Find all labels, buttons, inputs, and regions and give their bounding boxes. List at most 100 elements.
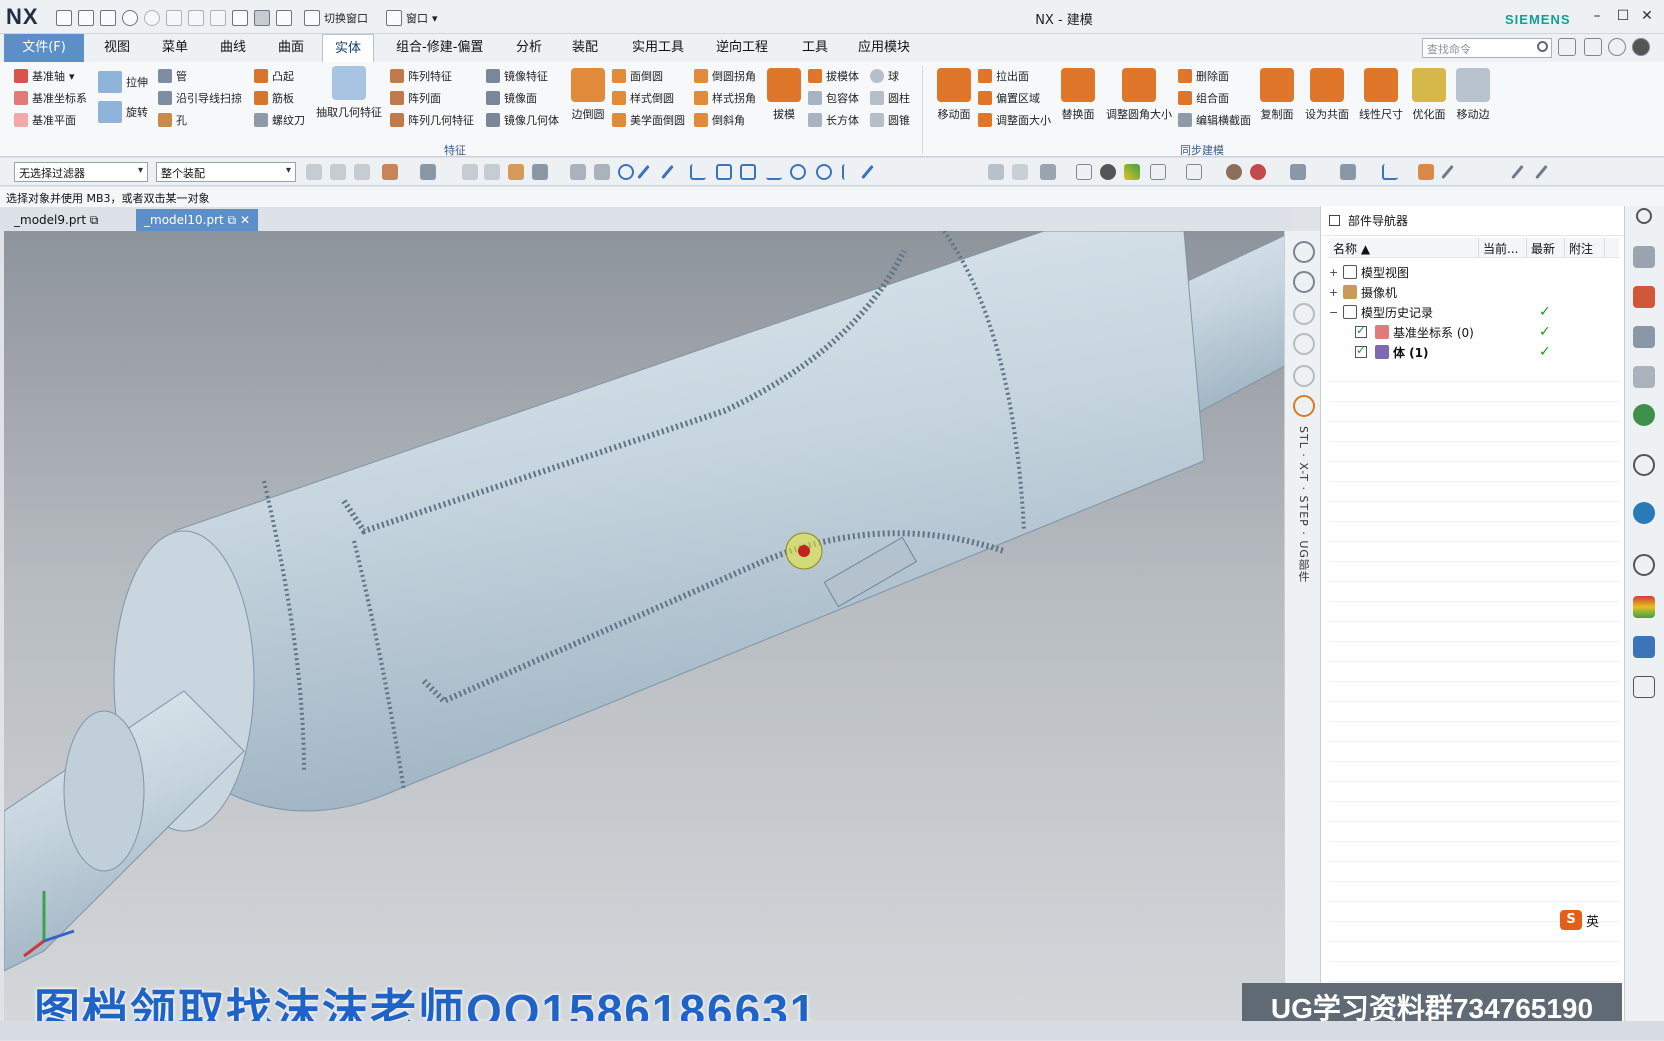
export-stl[interactable]: STL: [1297, 426, 1310, 449]
edit-section-button[interactable]: 编辑横截面: [1178, 110, 1251, 130]
analysis-icon[interactable]: [1290, 164, 1306, 180]
group-face-button[interactable]: 组合面: [1178, 88, 1229, 108]
perpendicular-snap-icon[interactable]: [766, 164, 782, 180]
aesthetic-blend-button[interactable]: 美学面倒圆: [612, 110, 685, 130]
tab-utilities[interactable]: 实用工具: [620, 34, 696, 62]
paste-icon[interactable]: [210, 10, 226, 26]
palette-icon[interactable]: [1633, 596, 1655, 618]
box-select-2-icon[interactable]: [594, 164, 610, 180]
extract-geometry-button[interactable]: 抽取几何特征: [316, 64, 382, 120]
tab-menu[interactable]: 菜单: [150, 34, 200, 62]
show-icon[interactable]: [988, 164, 1004, 180]
copy-icon[interactable]: [188, 10, 204, 26]
settings-icon[interactable]: [1418, 164, 1434, 180]
selection-scope-select[interactable]: 整个装配: [156, 162, 296, 182]
crosshair-icon[interactable]: [618, 164, 634, 180]
filter-icon[interactable]: [354, 164, 370, 180]
save-icon[interactable]: [100, 10, 116, 26]
prev-frame-icon[interactable]: [1293, 271, 1315, 293]
select-icon[interactable]: [306, 164, 322, 180]
bounding-body-button[interactable]: 包容体: [808, 88, 859, 108]
maximize-button[interactable]: ☐: [1612, 8, 1634, 24]
component-select-icon[interactable]: [508, 164, 524, 180]
emboss-button[interactable]: 凸起: [254, 66, 294, 86]
move-face-button[interactable]: 移动面: [928, 66, 980, 122]
assembly-nav-icon[interactable]: [1633, 246, 1655, 268]
resize-blend-button[interactable]: 调整圆角大小: [1104, 66, 1174, 122]
last-frame-icon[interactable]: [1293, 333, 1315, 355]
tab-analysis[interactable]: 分析: [504, 34, 554, 62]
first-frame-icon[interactable]: [1293, 241, 1315, 263]
tangent-snap-icon[interactable]: [740, 164, 756, 180]
wireframe-icon[interactable]: [1076, 164, 1092, 180]
center-snap-icon[interactable]: [790, 164, 806, 180]
edge-select-icon[interactable]: [484, 164, 500, 180]
window-menu-button[interactable]: 窗口 ▾: [380, 8, 444, 28]
export-ug[interactable]: UG部件: [1297, 540, 1310, 583]
tab-solid[interactable]: 实体: [322, 34, 375, 62]
assembly-icon[interactable]: [232, 10, 248, 26]
touch-icon[interactable]: [276, 10, 292, 26]
on-curve-snap-icon[interactable]: [861, 164, 874, 180]
datum-csys-button[interactable]: 基准坐标系: [14, 88, 87, 108]
web-browser-icon[interactable]: [1633, 502, 1655, 524]
offset-region-button[interactable]: 偏置区域: [978, 88, 1040, 108]
datum-axis-button[interactable]: 基准轴 ▾: [14, 66, 75, 86]
export-xt[interactable]: X-T: [1297, 462, 1310, 482]
next-frame-icon[interactable]: [1293, 303, 1315, 325]
draft-body-button[interactable]: 拔模体: [808, 66, 859, 86]
line-snap-icon[interactable]: [637, 164, 650, 180]
cylinder-button[interactable]: 圆柱: [870, 88, 910, 108]
revolve-button[interactable]: 旋转: [98, 101, 148, 123]
gear-icon[interactable]: [1636, 208, 1652, 224]
export-step[interactable]: STEP: [1297, 496, 1310, 527]
col-name[interactable]: 名称 ▲: [1329, 238, 1479, 257]
tree-row-model-views[interactable]: + 模型视图: [1329, 262, 1619, 282]
ime-indicator[interactable]: S 英: [1560, 910, 1599, 930]
mirror-face-button[interactable]: 镜像面: [486, 88, 537, 108]
face-select-icon[interactable]: [462, 164, 478, 180]
linear-dimension-button[interactable]: 线性尺寸: [1354, 66, 1408, 122]
switch-window-button[interactable]: 切换窗口: [298, 8, 374, 28]
measure-icon[interactable]: [1340, 164, 1356, 180]
tree-row-datum-csys[interactable]: 基准坐标系 (0) ✓: [1329, 322, 1619, 342]
copy-face-button[interactable]: 复制面: [1254, 66, 1300, 122]
make-coplanar-button[interactable]: 设为共面: [1300, 66, 1354, 122]
delete-face-button[interactable]: 删除面: [1178, 66, 1229, 86]
tab-tools[interactable]: 工具: [790, 34, 840, 62]
ruler-icon[interactable]: [1511, 164, 1524, 180]
body-select-icon[interactable]: [420, 164, 436, 180]
popout-icon[interactable]: ⧉: [90, 213, 99, 227]
rib-button[interactable]: 筋板: [254, 88, 294, 108]
layer-icon[interactable]: [1040, 164, 1056, 180]
redo-icon[interactable]: [144, 10, 160, 26]
graphics-viewport[interactable]: [4, 231, 1284, 1021]
play-icon[interactable]: [1293, 365, 1315, 387]
mirror-feature-button[interactable]: 镜像特征: [486, 66, 548, 86]
sphere-button[interactable]: 球: [870, 66, 899, 86]
new-file-icon[interactable]: [56, 10, 72, 26]
reuse-library-icon[interactable]: [1633, 366, 1655, 388]
blend-corner-button[interactable]: 倒圆拐角: [694, 66, 756, 86]
pull-face-button[interactable]: 拉出面: [978, 66, 1029, 86]
box-select-icon[interactable]: [570, 164, 586, 180]
command-search-input[interactable]: 查找命令: [1422, 38, 1552, 58]
tube-button[interactable]: 管: [158, 66, 187, 86]
expand-icon[interactable]: +: [1329, 286, 1339, 299]
tab-reverse-engineering[interactable]: 逆向工程: [704, 34, 780, 62]
selection-filter-select[interactable]: 无选择过滤器: [14, 162, 148, 182]
block-button[interactable]: 长方体: [808, 110, 859, 130]
optimize-face-button[interactable]: 优化面: [1406, 66, 1452, 122]
close-button[interactable]: ✕: [1636, 8, 1658, 24]
tab-curve[interactable]: 曲线: [208, 34, 258, 62]
part-nav-icon[interactable]: [1633, 326, 1655, 348]
visibility-checkbox[interactable]: [1355, 343, 1367, 358]
edge-blend-button[interactable]: 边倒圆: [562, 66, 614, 122]
styled-corner-button[interactable]: 样式拐角: [694, 88, 756, 108]
snap-icon[interactable]: [330, 164, 346, 180]
midpoint-snap-icon[interactable]: [661, 164, 674, 180]
hole-button[interactable]: 孔: [158, 110, 187, 130]
tree-row-history[interactable]: − 模型历史记录 ✓: [1329, 302, 1619, 322]
tab-applications[interactable]: 应用模块: [846, 34, 922, 62]
close-tab-icon[interactable]: ✕: [240, 213, 250, 227]
